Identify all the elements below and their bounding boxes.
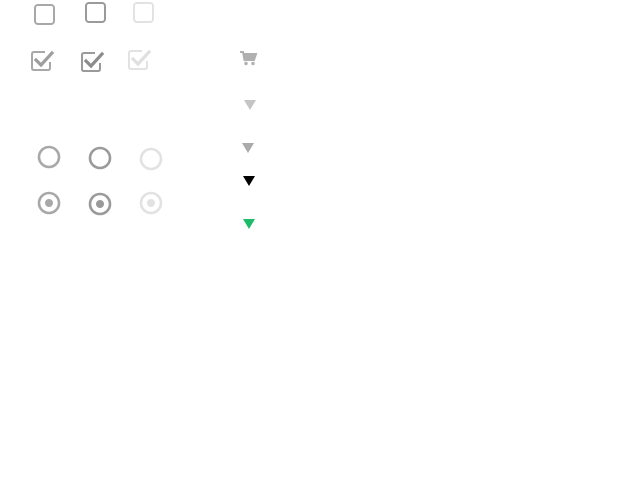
radio-unselected-hover[interactable] (88, 146, 112, 170)
checkbox-checked-icon (81, 51, 105, 72)
checkbox-checked-icon (128, 49, 152, 70)
shopping-cart-icon[interactable] (240, 51, 258, 66)
radio-selected-icon (139, 191, 163, 215)
triangle-down-icon (243, 176, 255, 186)
triangle-down-icon (243, 219, 255, 229)
checkbox-checked-disabled[interactable] (127, 47, 152, 71)
radio-selected-disabled[interactable] (139, 191, 163, 215)
triangle-down-icon (242, 143, 254, 153)
radio-selected-normal[interactable] (37, 191, 61, 215)
checkbox-checked-normal[interactable] (30, 48, 55, 72)
dropdown-arrow-dark[interactable] (243, 176, 255, 186)
checkbox-unchecked-hover[interactable] (85, 2, 106, 23)
radio-selected-icon (88, 192, 112, 216)
checkbox-unchecked-icon (133, 2, 154, 23)
checkbox-unchecked-disabled[interactable] (133, 2, 154, 23)
checkbox-unchecked-normal[interactable] (34, 4, 55, 25)
radio-selected-icon (37, 191, 61, 215)
checkbox-unchecked-icon (34, 4, 55, 25)
radio-selected-hover[interactable] (88, 192, 112, 216)
radio-unselected-icon (37, 145, 61, 169)
radio-unselected-normal[interactable] (37, 145, 61, 169)
checkbox-checked-icon (31, 50, 55, 71)
triangle-down-icon (244, 100, 256, 110)
dropdown-arrow-light[interactable] (244, 100, 256, 110)
radio-unselected-icon (88, 146, 112, 170)
ui-controls-sheet (0, 0, 640, 480)
radio-unselected-disabled[interactable] (139, 147, 163, 171)
radio-unselected-icon (139, 147, 163, 171)
checkbox-checked-hover[interactable] (80, 49, 105, 73)
dropdown-arrow-mid[interactable] (242, 143, 254, 153)
checkbox-unchecked-icon (85, 2, 106, 23)
dropdown-arrow-accent[interactable] (243, 219, 255, 229)
